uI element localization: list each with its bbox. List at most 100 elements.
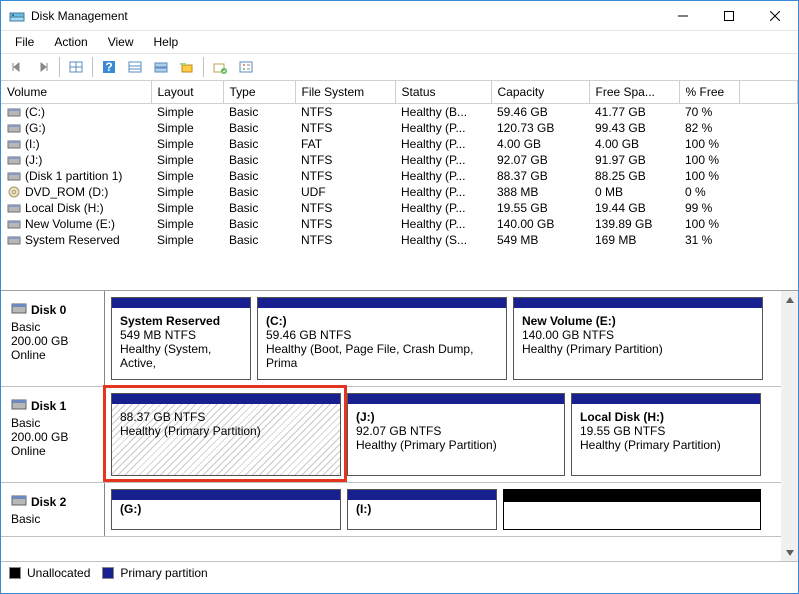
partition-status: Healthy (System, Active, <box>120 342 242 370</box>
disk-type: Basic <box>11 416 94 430</box>
disk-graphical-view[interactable]: Disk 0Basic200.00 GBOnlineSystem Reserve… <box>1 291 798 561</box>
volume-row[interactable]: (I:)SimpleBasicFATHealthy (P...4.00 GB4.… <box>1 136 798 152</box>
volume-icon <box>7 154 21 166</box>
col-capacity[interactable]: Capacity <box>491 81 589 104</box>
partition-body: Local Disk (H:)19.55 GB NTFSHealthy (Pri… <box>572 404 760 475</box>
volume-row[interactable]: (C:)SimpleBasicNTFSHealthy (B...59.46 GB… <box>1 104 798 121</box>
cell-layout: Simple <box>151 152 223 168</box>
forward-button[interactable] <box>31 55 55 79</box>
cell-capacity: 388 MB <box>491 184 589 200</box>
vertical-scrollbar[interactable] <box>781 291 798 561</box>
cell-type: Basic <box>223 232 295 248</box>
partition[interactable]: New Volume (E:)140.00 GB NTFSHealthy (Pr… <box>513 297 763 380</box>
col-volume[interactable]: Volume <box>1 81 151 104</box>
cell-status: Healthy (P... <box>395 168 491 184</box>
partition[interactable]: Local Disk (H:)19.55 GB NTFSHealthy (Pri… <box>571 393 761 476</box>
volume-row[interactable]: DVD_ROM (D:)SimpleBasicUDFHealthy (P...3… <box>1 184 798 200</box>
disk-label-pane[interactable]: Disk 0Basic200.00 GBOnline <box>1 291 105 386</box>
cell-free: 41.77 GB <box>589 104 679 121</box>
col-filesystem[interactable]: File System <box>295 81 395 104</box>
cell-free: 4.00 GB <box>589 136 679 152</box>
cell-free: 91.97 GB <box>589 152 679 168</box>
volume-row[interactable]: (Disk 1 partition 1)SimpleBasicNTFSHealt… <box>1 168 798 184</box>
legend: Unallocated Primary partition <box>1 561 798 583</box>
column-headers[interactable]: Volume Layout Type File System Status Ca… <box>1 81 798 104</box>
view-settings-button[interactable] <box>64 55 88 79</box>
col-status[interactable]: Status <box>395 81 491 104</box>
partition[interactable]: (I:) <box>347 489 497 530</box>
cell-type: Basic <box>223 136 295 152</box>
volume-list-button[interactable] <box>149 55 173 79</box>
volume-name: (C:) <box>25 105 45 119</box>
menu-view[interactable]: View <box>98 33 144 51</box>
volume-icon <box>7 218 21 230</box>
back-button[interactable] <box>5 55 29 79</box>
cell-fs: NTFS <box>295 216 395 232</box>
volume-row[interactable]: (G:)SimpleBasicNTFSHealthy (P...120.73 G… <box>1 120 798 136</box>
volume-row[interactable]: New Volume (E:)SimpleBasicNTFSHealthy (P… <box>1 216 798 232</box>
partition-color-bar <box>514 298 762 308</box>
partition-body: (J:)92.07 GB NTFSHealthy (Primary Partit… <box>348 404 564 475</box>
partition[interactable]: (G:) <box>111 489 341 530</box>
settings-grid-button[interactable] <box>123 55 147 79</box>
cell-capacity: 59.46 GB <box>491 104 589 121</box>
disk-label-pane[interactable]: Disk 1Basic200.00 GBOnline <box>1 387 105 482</box>
volume-icon <box>7 170 21 182</box>
cell-status: Healthy (P... <box>395 120 491 136</box>
menu-help[interactable]: Help <box>144 33 189 51</box>
scroll-down-icon[interactable] <box>781 544 798 561</box>
cell-pct: 31 % <box>679 232 739 248</box>
partition-title: Local Disk (H:) <box>580 410 752 424</box>
volume-row[interactable]: Local Disk (H:)SimpleBasicNTFSHealthy (P… <box>1 200 798 216</box>
help-button[interactable]: ? <box>97 55 121 79</box>
partition-status: Healthy (Primary Partition) <box>120 424 332 438</box>
minimize-button[interactable] <box>660 1 706 31</box>
cell-pct: 100 % <box>679 168 739 184</box>
disk-partitions: 88.37 GB NTFSHealthy (Primary Partition)… <box>105 387 798 482</box>
cell-status: Healthy (P... <box>395 136 491 152</box>
partition[interactable]: 88.37 GB NTFSHealthy (Primary Partition) <box>111 393 341 476</box>
col-layout[interactable]: Layout <box>151 81 223 104</box>
col-freespace[interactable]: Free Spa... <box>589 81 679 104</box>
cell-fs: FAT <box>295 136 395 152</box>
menu-action[interactable]: Action <box>44 33 97 51</box>
maximize-button[interactable] <box>706 1 752 31</box>
action-button[interactable] <box>175 55 199 79</box>
volume-row[interactable]: (J:)SimpleBasicNTFSHealthy (P...92.07 GB… <box>1 152 798 168</box>
volume-icon <box>7 122 21 134</box>
menubar: File Action View Help <box>1 31 798 53</box>
cell-free: 19.44 GB <box>589 200 679 216</box>
scroll-up-icon[interactable] <box>781 291 798 308</box>
cell-status: Healthy (S... <box>395 232 491 248</box>
partition-size: 92.07 GB NTFS <box>356 424 556 438</box>
disk-row: Disk 1Basic200.00 GBOnline88.37 GB NTFSH… <box>1 387 798 483</box>
menu-file[interactable]: File <box>5 33 44 51</box>
window-title: Disk Management <box>31 9 660 23</box>
disk-icon <box>11 493 27 510</box>
cell-layout: Simple <box>151 136 223 152</box>
partition[interactable]: System Reserved549 MB NTFSHealthy (Syste… <box>111 297 251 380</box>
cell-pct: 0 % <box>679 184 739 200</box>
volume-grid[interactable]: Volume Layout Type File System Status Ca… <box>1 81 798 291</box>
volume-row[interactable]: System ReservedSimpleBasicNTFSHealthy (S… <box>1 232 798 248</box>
unallocated-bar <box>504 490 760 502</box>
disk-icon <box>11 397 27 414</box>
partition-title: (I:) <box>356 502 488 516</box>
rescan-button[interactable] <box>208 55 232 79</box>
disk-label-pane[interactable]: Disk 2Basic <box>1 483 105 536</box>
volume-icon <box>7 138 21 150</box>
close-button[interactable] <box>752 1 798 31</box>
svg-text:?: ? <box>105 60 112 74</box>
col-type[interactable]: Type <box>223 81 295 104</box>
cell-free: 0 MB <box>589 184 679 200</box>
partition[interactable] <box>503 489 761 530</box>
partition[interactable]: (J:)92.07 GB NTFSHealthy (Primary Partit… <box>347 393 565 476</box>
cell-type: Basic <box>223 120 295 136</box>
properties-button[interactable] <box>234 55 258 79</box>
col-pctfree[interactable]: % Free <box>679 81 739 104</box>
partition-title: System Reserved <box>120 314 242 328</box>
cell-type: Basic <box>223 200 295 216</box>
partition[interactable]: (C:)59.46 GB NTFSHealthy (Boot, Page Fil… <box>257 297 507 380</box>
cell-fs: NTFS <box>295 200 395 216</box>
cell-fs: NTFS <box>295 104 395 121</box>
